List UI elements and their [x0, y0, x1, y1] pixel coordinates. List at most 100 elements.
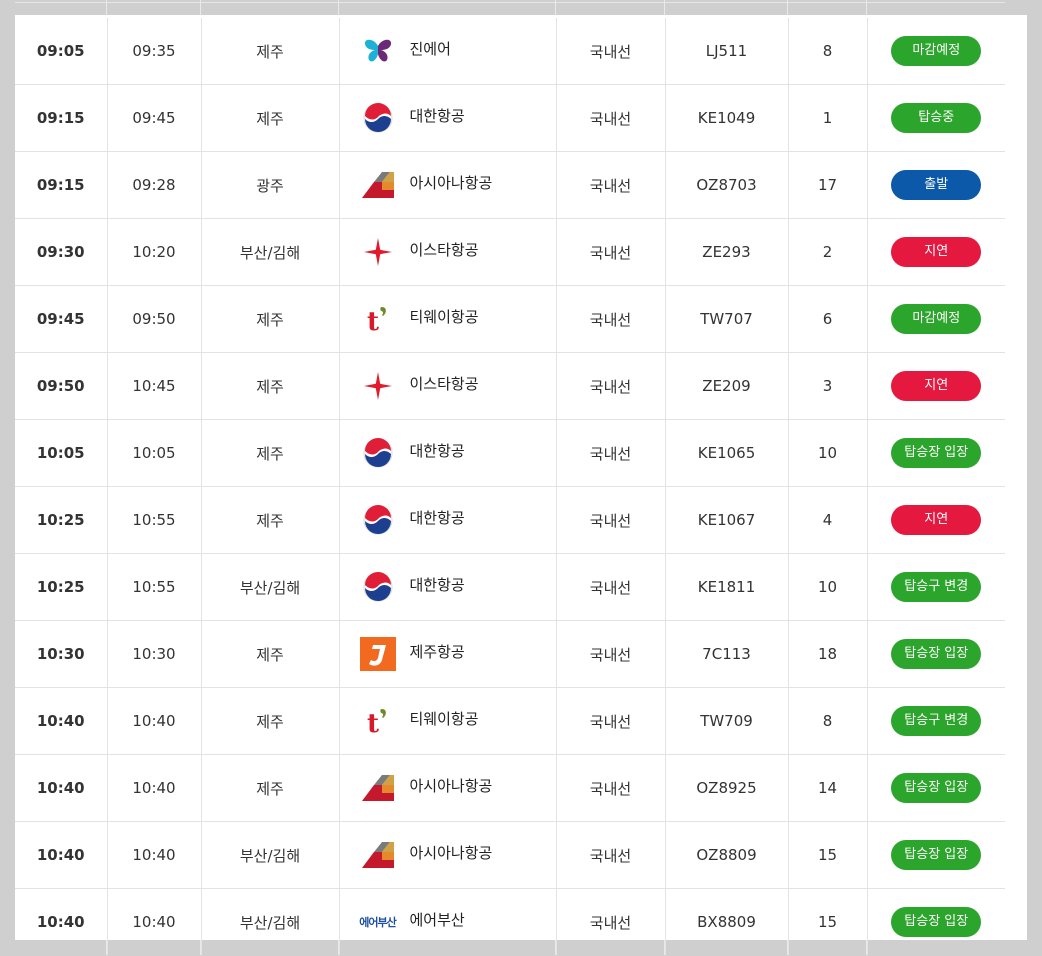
changed-time: 10:55: [107, 486, 202, 554]
svg-text:t: t: [367, 307, 379, 334]
gate-number: 14: [788, 754, 868, 822]
scheduled-time: 09:50: [15, 352, 108, 420]
changed-time: 10:55: [107, 553, 202, 621]
koreanair-logo: [360, 569, 396, 605]
airline-name: 진에어: [409, 39, 451, 58]
flight-number: OZ8703: [665, 151, 789, 219]
top-column-strip: [15, 0, 1005, 15]
airline-name: 아시아나항공: [409, 776, 493, 795]
gate-number: 15: [788, 821, 868, 889]
gate-number: 3: [788, 352, 868, 420]
changed-time: 09:50: [107, 285, 202, 353]
status-cell: 지연: [867, 486, 1005, 554]
flight-row: 09:50 10:45 제주 이스타항공 국내선 ZE209 3 지연: [15, 352, 1005, 420]
scheduled-time: 09:30: [15, 218, 108, 286]
airline-cell: 아시아나항공: [339, 151, 557, 219]
status-cell: 탑승장 입장: [867, 754, 1005, 822]
airline-cell: 이스타항공: [339, 218, 557, 286]
koreanair-logo: [360, 502, 396, 538]
destination: 제주: [201, 687, 340, 755]
status-badge: 탑승장 입장: [891, 639, 982, 669]
flight-row: 10:40 10:40 제주 t 티웨이항공 국내선 TW709 8 탑승구 변경: [15, 687, 1005, 755]
status-cell: 출발: [867, 151, 1005, 219]
airline-cell: t 티웨이항공: [339, 687, 557, 755]
flight-number: ZE293: [665, 218, 789, 286]
flight-board: 09:05 09:35 제주 진에어 국내선 LJ511 8 마감예정 09:15 09:45 제주…: [15, 15, 1027, 956]
destination: 부산/김해: [201, 218, 340, 286]
airline-name: 대한항공: [409, 441, 465, 460]
flight-number: 7C113: [665, 620, 789, 688]
status-cell: 탑승장 입장: [867, 821, 1005, 889]
flight-row: 10:30 10:30 제주 제주항공 국내선 7C113 18 탑승장 입장: [15, 620, 1005, 688]
destination: 제주: [201, 18, 340, 85]
airline-cell: 아시아나항공: [339, 821, 557, 889]
gate-number: 6: [788, 285, 868, 353]
flight-type: 국내선: [556, 18, 666, 85]
flight-row: 09:45 09:50 제주 t 티웨이항공 국내선 TW707 6 마감예정: [15, 285, 1005, 353]
airbusan-logo: 에어부산: [359, 904, 396, 940]
eastar-logo: [360, 368, 396, 404]
flight-type: 국내선: [556, 218, 666, 286]
airline-name: 티웨이항공: [409, 709, 479, 728]
flight-row: 09:30 10:20 부산/김해 이스타항공 국내선 ZE293 2 지연: [15, 218, 1005, 286]
scheduled-time: 09:15: [15, 151, 108, 219]
airbusan-logo-text: 에어부산: [359, 916, 396, 929]
status-badge: 탑승중: [891, 103, 982, 133]
flight-row: 09:05 09:35 제주 진에어 국내선 LJ511 8 마감예정: [15, 18, 1005, 85]
changed-time: 10:30: [107, 620, 202, 688]
status-cell: 탑승구 변경: [867, 687, 1005, 755]
flight-type: 국내선: [556, 285, 666, 353]
flight-number: ZE209: [665, 352, 789, 420]
airline-cell: 대한항공: [339, 553, 557, 621]
flight-number: LJ511: [665, 18, 789, 85]
flight-row: 10:40 10:40 제주 아시아나항공 국내선 OZ8925 14 탑승장 입장: [15, 754, 1005, 822]
status-badge: 지연: [891, 237, 982, 267]
airline-name: 제주항공: [409, 642, 465, 661]
gate-number: 10: [788, 419, 868, 487]
flight-number: OZ8925: [665, 754, 789, 822]
destination: 부산/김해: [201, 821, 340, 889]
flight-number: OZ8809: [665, 821, 789, 889]
airline-cell: t 티웨이항공: [339, 285, 557, 353]
flight-type: 국내선: [556, 486, 666, 554]
scheduled-time: 10:25: [15, 486, 108, 554]
flight-type: 국내선: [556, 553, 666, 621]
airline-name: 티웨이항공: [409, 307, 479, 326]
status-cell: 지연: [867, 218, 1005, 286]
status-cell: 지연: [867, 352, 1005, 420]
status-badge: 탑승장 입장: [891, 907, 982, 937]
changed-time: 10:45: [107, 352, 202, 420]
gate-number: 18: [788, 620, 868, 688]
tway-logo: t: [360, 703, 396, 739]
asiana-logo: [360, 167, 396, 203]
scheduled-time: 09:05: [15, 18, 108, 85]
airline-name: 이스타항공: [409, 374, 479, 393]
airline-cell: 대한항공: [339, 419, 557, 487]
scheduled-time: 10:25: [15, 553, 108, 621]
changed-time: 10:05: [107, 419, 202, 487]
status-cell: 탑승장 입장: [867, 620, 1005, 688]
destination: 부산/김해: [201, 553, 340, 621]
flight-number: TW709: [665, 687, 789, 755]
flight-row: 10:25 10:55 부산/김해 대한항공 국내선 KE1811 10 탑승구 변경: [15, 553, 1005, 621]
scheduled-time: 10:40: [15, 754, 108, 822]
airline-cell: 진에어: [339, 18, 557, 85]
scheduled-time: 10:30: [15, 620, 108, 688]
status-badge: 지연: [891, 371, 982, 401]
status-badge: 마감예정: [891, 36, 982, 66]
status-cell: 마감예정: [867, 18, 1005, 85]
airline-cell: 아시아나항공: [339, 754, 557, 822]
scheduled-time: 09:45: [15, 285, 108, 353]
flight-number: TW707: [665, 285, 789, 353]
status-badge: 탑승구 변경: [891, 572, 982, 602]
status-cell: 탑승중: [867, 84, 1005, 152]
gate-number: 17: [788, 151, 868, 219]
jejuair-logo: [359, 636, 396, 672]
status-badge: 탑승구 변경: [891, 706, 982, 736]
airline-cell: 제주항공: [339, 620, 557, 688]
flight-type: 국내선: [556, 687, 666, 755]
gate-number: 8: [788, 18, 868, 85]
scheduled-time: 10:05: [15, 419, 108, 487]
flight-number: KE1811: [665, 553, 789, 621]
changed-time: 09:35: [107, 18, 202, 85]
